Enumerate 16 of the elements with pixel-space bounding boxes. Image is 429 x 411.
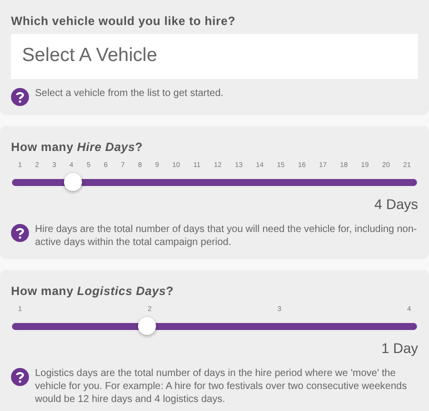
question-label: How many Hire Days? [11,139,144,156]
slider-thumb[interactable] [138,317,156,335]
help-icon[interactable] [11,224,29,242]
slider-track[interactable] [12,322,417,330]
slider-track[interactable] [12,178,417,186]
slider-value: 4 Days [374,195,418,214]
help-text: Logistics days are the total number of days in the hire period where we 'move' the vehicle for you. For example: A hire for two festivals over two consecutive weekends would be 12 hire days and 4 logistics days. [35,367,408,406]
question-label: How many Logistics Days? [11,283,175,300]
slider-value: 1 Day [381,339,418,358]
help-text: Select a vehicle from the list to get started. [35,87,224,100]
help-icon[interactable] [11,368,29,386]
slider-thumb[interactable] [64,173,82,191]
help-icon[interactable] [11,88,29,106]
help-text: Hire days are the total number of days that you will need the vehicle for, including non-active days within the total campaign period. [35,223,418,249]
question-label: Which vehicle would you like to hire? [11,13,236,30]
vehicle-select[interactable]: Select A Vehicle [11,34,418,79]
